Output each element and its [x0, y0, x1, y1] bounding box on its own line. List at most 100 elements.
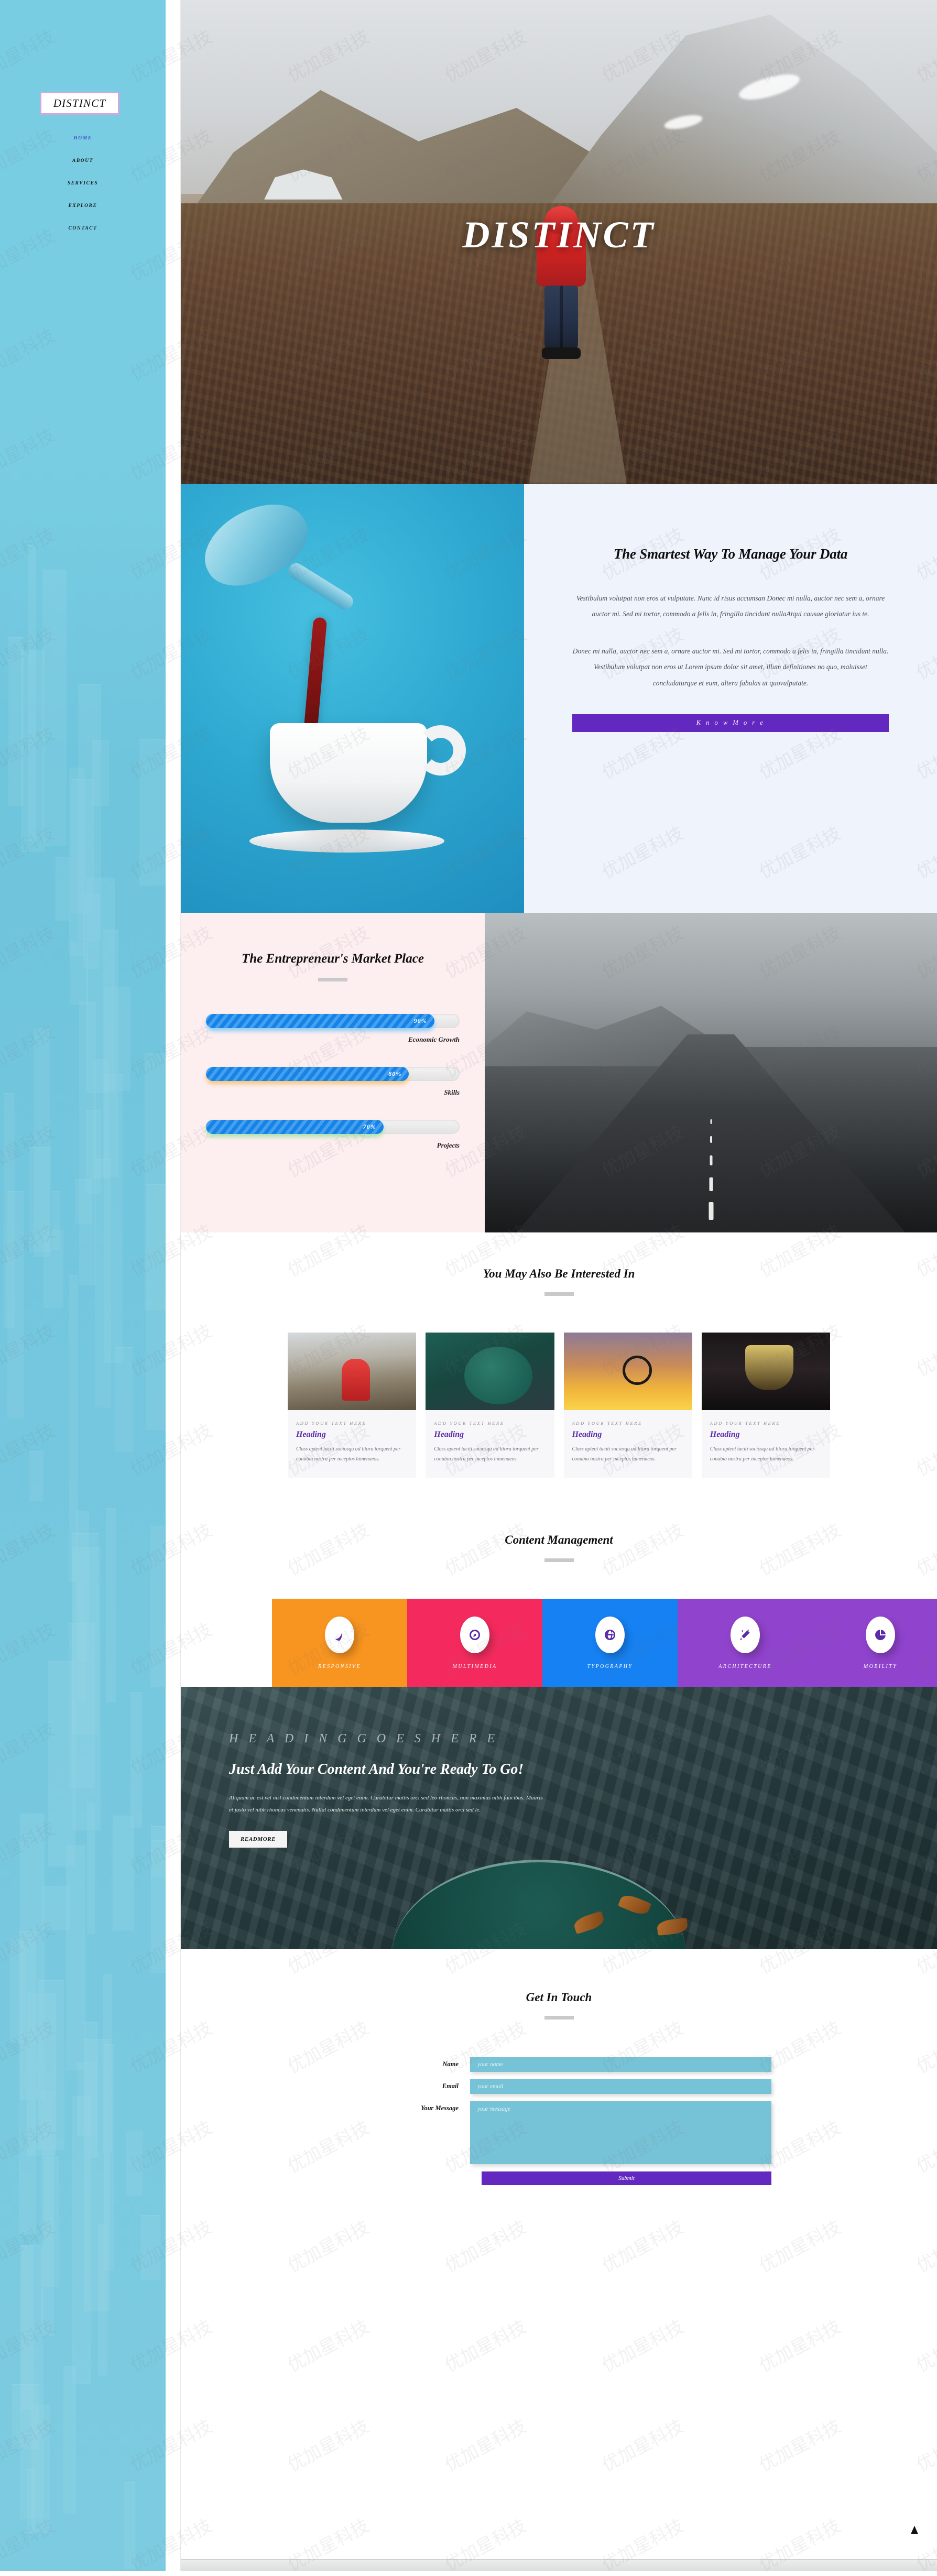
page-gutter: [166, 0, 181, 2571]
skill-bar-track[interactable]: 80%: [206, 1067, 460, 1084]
skyline-building: [105, 1508, 117, 1703]
hero-section: DISTINCT: [181, 0, 937, 484]
email-input[interactable]: [470, 2079, 771, 2094]
data-section-paragraph-1: Vestibulum volutpat non eros ut vulputat…: [576, 594, 885, 618]
skill-bar-track[interactable]: 70%: [206, 1120, 460, 1137]
kettle-shape: [191, 488, 321, 601]
skyline-building: [130, 1691, 142, 1828]
site-logo-text: DISTINCT: [53, 96, 106, 110]
pie-chart-icon: [875, 1629, 886, 1640]
skyline-building: [113, 1815, 134, 1931]
road-image: [485, 913, 937, 1232]
skyline-building: [145, 1052, 166, 1310]
skyline-building: [42, 1886, 71, 1930]
heading-divider: [318, 978, 347, 981]
skill-bar-fill: 80%: [206, 1067, 409, 1081]
submit-button[interactable]: Submit: [482, 2171, 771, 2185]
skyline-building: [4, 1093, 15, 1328]
card-thumbnail: [426, 1333, 554, 1410]
banner-section: H E A D I N G G O E S H E R E Just Add Y…: [181, 1687, 937, 1949]
globe-icon: [605, 1629, 615, 1640]
coffee-cup: [270, 723, 428, 823]
name-input[interactable]: [470, 2057, 771, 2072]
kettle-spout: [285, 560, 356, 613]
skill-bar-value: 70%: [363, 1123, 376, 1130]
sidebar-nav: HOME ABOUT SERVICES EXPLORE CONTACT: [0, 127, 166, 239]
skyline-building: [48, 1661, 75, 1866]
magic-wand-icon: [740, 1629, 750, 1640]
card-body: ADD YOUR TEXT HERE Heading Class aptent ta…: [288, 1410, 417, 1478]
card-text: Class aptent taciti sociosqu ad litora t…: [434, 1446, 539, 1462]
sidebar: DISTINCT HOME ABOUT SERVICES EXPLORE CONTACT: [0, 0, 166, 2571]
contact-section: Get In Touch Name Email Your Message Submit: [181, 1949, 937, 2222]
card-text: Class aptent taciti sociosqu ad litora t…: [572, 1446, 677, 1462]
card-thumbnail: [701, 1333, 830, 1410]
field-label-your-message: Your Message: [421, 2104, 459, 2112]
sidebar-item-about[interactable]: ABOUT: [0, 149, 166, 172]
card-thumbnail: [563, 1333, 692, 1410]
know-more-button[interactable]: K n o w M o r e: [572, 714, 889, 732]
skill-bar-fill: 90%: [206, 1014, 434, 1028]
interested-heading: You May Also Be Interested In: [483, 1267, 635, 1280]
tile-icon-circle: [460, 1616, 489, 1653]
tile-icon-circle: [325, 1616, 354, 1653]
skyline-building: [43, 1230, 64, 1308]
card-title: Heading: [434, 1430, 464, 1439]
content-management-section: Content Management RESPONSIVE MULTIMEDIA T…: [181, 1509, 937, 1687]
content-tile-typography[interactable]: TYPOGRAPHY: [542, 1599, 678, 1687]
banner-body: Aliquam ac est vel nisl condimentum inte…: [229, 1795, 543, 1814]
content-management-tiles: RESPONSIVE MULTIMEDIA TYPOGRAPHY ARCHITECTU…: [272, 1599, 937, 1687]
interested-card[interactable]: ADD YOUR TEXT HERE Heading Class aptent ta…: [701, 1333, 830, 1478]
compass-icon: [470, 1629, 480, 1640]
site-logo[interactable]: DISTINCT: [40, 92, 119, 115]
skill-bars: 90% Economic Growth 80% Skills 70% Projects: [206, 1014, 460, 1150]
interested-section: You May Also Be Interested In ADD YOUR T…: [181, 1232, 937, 1509]
tile-label: MULTIMEDIA: [452, 1663, 497, 1669]
cup-saucer: [249, 829, 444, 853]
your-message-input[interactable]: [470, 2101, 771, 2164]
main-content: DISTINCT The Smartest Way To Manage Your…: [166, 0, 937, 2571]
skill-bar-track[interactable]: 90%: [206, 1014, 460, 1031]
card-thumbnail: [288, 1333, 417, 1410]
form-row: Name: [388, 2057, 771, 2072]
readmore-button[interactable]: READMORE: [229, 1831, 288, 1848]
card-eyebrow: ADD YOUR TEXT HERE: [710, 1421, 780, 1426]
skill-bar-label: Economic Growth: [408, 1035, 460, 1043]
contact-form: Name Email Your Message Submit: [181, 2057, 937, 2185]
card-eyebrow: ADD YOUR TEXT HERE: [434, 1421, 505, 1426]
content-tile-mobility[interactable]: MOBILITY: [813, 1599, 937, 1687]
skyline-building: [150, 1526, 165, 1688]
tile-label: ARCHITECTURE: [718, 1663, 772, 1669]
form-row: Your Message: [388, 2101, 771, 2164]
card-eyebrow: ADD YOUR TEXT HERE: [296, 1421, 367, 1426]
banner-copy: H E A D I N G G O E S H E R E Just Add Y…: [229, 1732, 564, 1848]
road-dash: [709, 1177, 713, 1191]
road-dash: [710, 1136, 712, 1143]
road-dash: [709, 1202, 713, 1220]
content-tile-multimedia[interactable]: MULTIMEDIA: [407, 1599, 542, 1687]
skill-bar-label: Skills: [444, 1088, 460, 1096]
wave-icon: [335, 1633, 342, 1641]
form-row: Email: [388, 2079, 771, 2094]
field-label-name: Name: [442, 2060, 459, 2068]
page-body: DISTINCT The Smartest Way To Manage Your…: [181, 0, 937, 2222]
road-dash: [710, 1119, 712, 1124]
content-tile-responsive[interactable]: RESPONSIVE: [272, 1599, 407, 1687]
marketplace-heading: The Entrepreneur's Market Place: [242, 952, 424, 966]
skyline-building: [124, 2482, 135, 2569]
skyline-building: [139, 739, 166, 886]
interested-card[interactable]: ADD YOUR TEXT HERE Heading Class aptent ta…: [563, 1333, 692, 1478]
sidebar-item-services[interactable]: SERVICES: [0, 172, 166, 194]
skill-bar-value: 90%: [413, 1017, 427, 1024]
sidebar-item-explore[interactable]: EXPLORE: [0, 194, 166, 217]
card-text: Class aptent taciti sociosqu ad litora t…: [296, 1446, 401, 1462]
content-management-heading: Content Management: [505, 1533, 613, 1546]
card-title: Heading: [296, 1430, 326, 1439]
sidebar-item-contact[interactable]: CONTACT: [0, 217, 166, 239]
interested-card[interactable]: ADD YOUR TEXT HERE Heading Class aptent ta…: [426, 1333, 554, 1478]
interested-card[interactable]: ADD YOUR TEXT HERE Heading Class aptent ta…: [288, 1333, 417, 1478]
marketplace-copy: The Entrepreneur's Market Place 90% Econo…: [181, 913, 485, 1232]
skyline-building: [84, 2022, 98, 2158]
content-tile-architecture[interactable]: ARCHITECTURE: [678, 1599, 813, 1687]
sidebar-item-home[interactable]: HOME: [0, 127, 166, 149]
